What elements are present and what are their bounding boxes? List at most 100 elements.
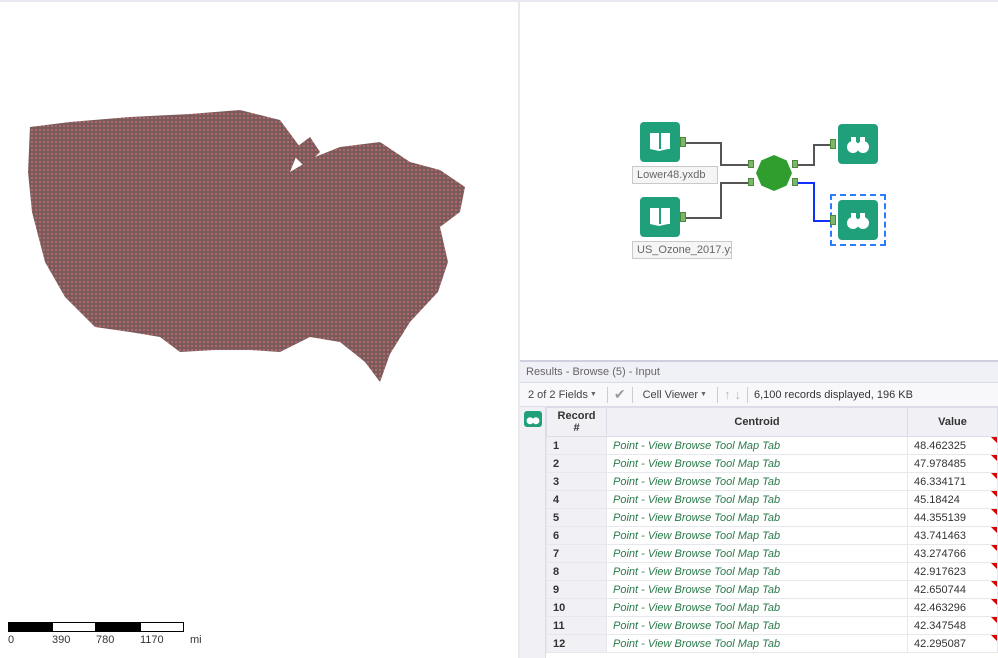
input-tool-lower48[interactable] <box>640 122 680 162</box>
table-row[interactable]: 12 Point - View Browse Tool Map Tab 42.295… <box>547 635 998 653</box>
centroid-cell[interactable]: Point - View Browse Tool Map Tab <box>607 635 908 653</box>
scale-tick-3: 1170 <box>140 634 184 646</box>
truncation-notch-icon <box>991 437 997 443</box>
centroid-cell[interactable]: Point - View Browse Tool Map Tab <box>607 437 908 455</box>
book-icon <box>648 206 672 228</box>
input-anchor[interactable] <box>830 139 836 149</box>
centroid-cell[interactable]: Point - View Browse Tool Map Tab <box>607 563 908 581</box>
results-grid[interactable]: Record # Centroid Value 1Point - View Br… <box>546 407 998 658</box>
value-cell[interactable]: 42.650744 <box>908 581 998 599</box>
truncation-notch-icon <box>991 545 997 551</box>
table-row[interactable]: 11Point - View Browse Tool Map Tab42.347… <box>547 617 998 635</box>
centroid-link: Point - View Browse Tool Map Tab <box>613 458 780 470</box>
checkmark-icon[interactable]: ✔ <box>614 386 626 403</box>
centroid-cell[interactable]: Point - View Browse Tool Map Tab <box>607 545 908 563</box>
record-number: 12 <box>547 635 607 653</box>
record-summary: 6,100 records displayed, 196 KB <box>754 389 913 401</box>
centroid-link: Point - View Browse Tool Map Tab <box>613 494 780 506</box>
value-cell[interactable]: 42.295087 <box>908 635 998 653</box>
connector <box>813 220 830 222</box>
chevron-down-icon: ▼ <box>700 391 707 398</box>
fields-dropdown[interactable]: 2 of 2 Fields ▼ <box>524 388 601 402</box>
centroid-cell[interactable]: Point - View Browse Tool Map Tab <box>607 491 908 509</box>
table-row[interactable]: 5Point - View Browse Tool Map Tab44.3551… <box>547 509 998 527</box>
record-number: 7 <box>547 545 607 563</box>
column-header-record[interactable]: Record # <box>547 408 607 437</box>
centroid-link: Point - View Browse Tool Map Tab <box>613 476 780 488</box>
chevron-down-icon: ▼ <box>590 391 597 398</box>
value-cell[interactable]: 48.462325 <box>908 437 998 455</box>
connector <box>720 142 722 164</box>
centroid-cell[interactable]: Point - View Browse Tool Map Tab <box>607 599 908 617</box>
spatial-tool[interactable] <box>756 155 792 191</box>
results-panel: Results - Browse (5) - Input 2 of 2 Fiel… <box>520 360 998 658</box>
value-cell[interactable]: 45.18424 <box>908 491 998 509</box>
truncation-notch-icon <box>991 491 997 497</box>
map-area[interactable] <box>0 2 518 618</box>
centroid-link: Point - View Browse Tool Map Tab <box>613 440 780 452</box>
connector <box>813 182 815 220</box>
table-row[interactable]: 7 Point - View Browse Tool Map Tab 43.2747… <box>547 545 998 563</box>
centroid-link: Point - View Browse Tool Map Tab <box>613 530 780 542</box>
table-row[interactable]: 6Point - View Browse Tool Map Tab43.7414… <box>547 527 998 545</box>
results-title: Results - Browse (5) - Input <box>520 362 998 383</box>
centroid-link: Point - View Browse Tool Map Tab <box>613 602 780 614</box>
browse-tool-top[interactable] <box>838 124 878 164</box>
value-cell[interactable]: 47.978485 <box>908 455 998 473</box>
centroid-link: Point - View Browse Tool Map Tab <box>613 638 780 650</box>
centroid-link: Point - View Browse Tool Map Tab <box>613 512 780 524</box>
value-cell[interactable]: 42.347548 <box>908 617 998 635</box>
map-scale-bar: 0 390 780 1170 mi <box>8 622 202 652</box>
record-number: 3 <box>547 473 607 491</box>
table-row[interactable]: 9Point - View Browse Tool Map Tab42.6507… <box>547 581 998 599</box>
cellviewer-label: Cell Viewer <box>643 389 698 401</box>
map-panel: 0 390 780 1170 mi <box>0 0 520 658</box>
table-row[interactable]: 10Point - View Browse Tool Map Tab42.463… <box>547 599 998 617</box>
record-number: 9 <box>547 581 607 599</box>
value-cell[interactable]: 42.463296 <box>908 599 998 617</box>
truncation-notch-icon <box>991 455 997 461</box>
table-row[interactable]: 8Point - View Browse Tool Map Tab42.9176… <box>547 563 998 581</box>
column-header-value[interactable]: Value <box>908 408 998 437</box>
connector <box>798 164 814 166</box>
input-tool-usozone[interactable] <box>640 197 680 237</box>
cellviewer-dropdown[interactable]: Cell Viewer ▼ <box>639 388 711 402</box>
input-anchor[interactable] <box>830 215 836 225</box>
centroid-cell[interactable]: Point - View Browse Tool Map Tab <box>607 581 908 599</box>
input-anchor-m[interactable] <box>748 160 754 168</box>
truncation-notch-icon <box>991 473 997 479</box>
record-number: 11 <box>547 617 607 635</box>
truncation-notch-icon <box>991 581 997 587</box>
browse-indicator-icon <box>524 411 542 427</box>
binoculars-icon <box>846 210 870 230</box>
centroid-link: Point - View Browse Tool Map Tab <box>613 548 780 560</box>
results-toolbar: 2 of 2 Fields ▼ ✔ Cell Viewer ▼ ↑ ↓ 6,10… <box>520 383 998 407</box>
table-row[interactable]: 3 Point - View Browse Tool Map Tab 46.3341… <box>547 473 998 491</box>
table-row[interactable]: 1Point - View Browse Tool Map Tab48.4623… <box>547 437 998 455</box>
browse-tool-bottom[interactable] <box>838 200 878 240</box>
jump-up-button[interactable]: ↑ <box>724 387 731 402</box>
value-cell[interactable]: 42.917623 <box>908 563 998 581</box>
table-row[interactable]: 2Point - View Browse Tool Map Tab47.9784… <box>547 455 998 473</box>
jump-down-button[interactable]: ↓ <box>734 387 741 402</box>
connector <box>720 182 748 184</box>
scale-unit: mi <box>190 634 202 646</box>
input-anchor-d[interactable] <box>748 178 754 186</box>
workflow-canvas[interactable]: Lower48.yxdb US_Ozone_2017.yxdb <box>520 0 998 360</box>
input-label-lower48: Lower48.yxdb <box>632 166 718 184</box>
value-cell[interactable]: 43.274766 <box>908 545 998 563</box>
centroid-cell[interactable]: Point - View Browse Tool Map Tab <box>607 527 908 545</box>
table-row[interactable]: 4Point - View Browse Tool Map Tab45.1842… <box>547 491 998 509</box>
truncation-notch-icon <box>991 599 997 605</box>
value-cell[interactable]: 43.741463 <box>908 527 998 545</box>
results-gutter <box>520 407 546 658</box>
centroid-cell[interactable]: Point - View Browse Tool Map Tab <box>607 473 908 491</box>
scale-tick-0: 0 <box>8 634 52 646</box>
value-cell[interactable]: 46.334171 <box>908 473 998 491</box>
centroid-cell[interactable]: Point - View Browse Tool Map Tab <box>607 509 908 527</box>
column-header-centroid[interactable]: Centroid <box>607 408 908 437</box>
centroid-cell[interactable]: Point - View Browse Tool Map Tab <box>607 455 908 473</box>
centroid-link: Point - View Browse Tool Map Tab <box>613 566 780 578</box>
centroid-cell[interactable]: Point - View Browse Tool Map Tab <box>607 617 908 635</box>
value-cell[interactable]: 44.355139 <box>908 509 998 527</box>
